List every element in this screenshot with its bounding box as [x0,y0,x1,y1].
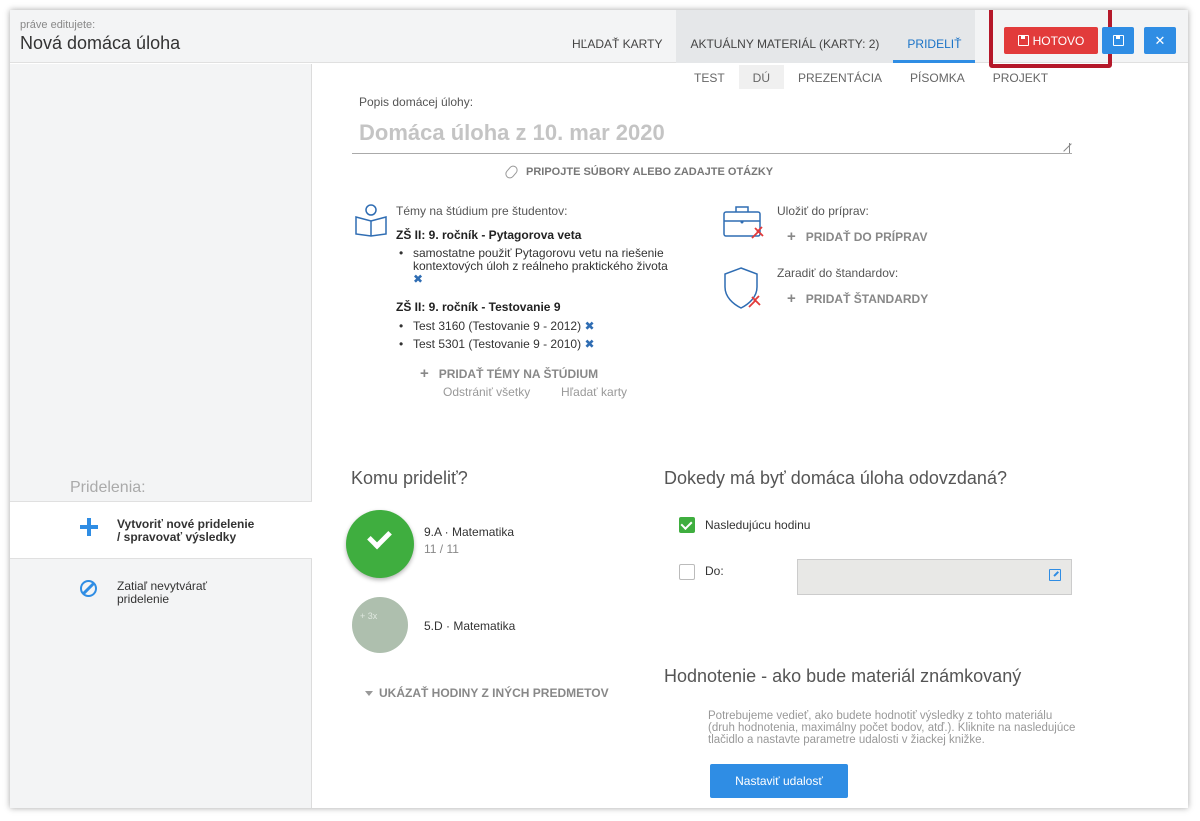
remove-topic-icon[interactable]: ✖ [584,337,594,351]
tab-homework[interactable]: DÚ [738,65,785,89]
save-icon [1112,35,1124,46]
class-student-count: 11 / 11 [424,542,459,556]
standards-label: Zaradiť do štandardov: [777,266,899,280]
plus-icon: + [787,290,796,307]
save-button[interactable] [1102,27,1134,54]
until-label: Do: [705,564,724,578]
set-event-button[interactable]: Nastaviť udalosť [710,764,848,798]
sidebar-item-label: / spravovať výsledky [117,530,237,544]
remove-all-link[interactable]: Odstrániť všetky [443,385,530,399]
topic-item: Test 5301 (Testovanie 9 - 2010) ✖ [399,337,594,352]
close-button[interactable]: ✕ [1144,27,1176,54]
tab-test[interactable]: TEST [680,65,739,89]
header-bar: práve editujete: Nová domáca úloha HĽADA… [10,10,1188,68]
next-lesson-checkbox[interactable] [679,517,695,533]
description-underline [352,153,1072,154]
assign-heading: Komu prideliť? [351,468,468,488]
grading-description: Potrebujeme vedieť, ako budete hodnotiť … [708,710,1076,746]
remove-topic-icon[interactable]: ✖ [584,319,594,333]
ban-icon [80,580,97,597]
tab-search-cards[interactable]: HĽADAŤ KARTY [558,10,676,63]
plus-icon: + [787,228,796,245]
remove-topic-icon[interactable]: ✖ [413,273,668,286]
until-checkbox[interactable] [679,564,695,580]
add-topics-label: PRIDAŤ TÉMY NA ŠTÚDIUM [438,367,599,381]
grading-heading: Hodnotenie - ako bude materiál známkovan… [664,666,1022,686]
deadline-heading: Dokedy má byť domáca úloha odovzdaná? [664,468,1007,488]
class-avatar[interactable] [352,597,408,653]
next-lesson-label: Nasledujúcu hodinu [705,518,811,532]
tab-written-exam[interactable]: PÍSOMKA [896,65,979,89]
open-calendar-icon[interactable] [1049,569,1061,581]
prep-label: Uložiť do príprav: [777,204,869,218]
sidebar-item-label: pridelenie [117,592,170,606]
show-other-subjects-label: UKÁZAŤ HODINY Z INÝCH PREDMETOV [379,686,609,700]
class-name[interactable]: 5.D · Matematika [424,619,515,633]
add-to-prep-label: PRIDAŤ DO PRÍPRAV [805,230,928,244]
add-to-prep-button[interactable]: + PRIDAŤ DO PRÍPRAV [787,228,928,245]
topic-item: Test 3160 (Testovanie 9 - 2012) ✖ [399,319,594,334]
sidebar-item-create-assignment[interactable]: Vytvoriť nové pridelenie / spravovať výs… [10,501,312,559]
book-reader-icon [355,204,387,237]
topic-item-text: kontextových úloh z reálneho praktického… [413,259,668,273]
description-label: Popis domácej úlohy: [359,95,474,109]
resize-handle-icon[interactable] [1060,143,1070,153]
add-standards-button[interactable]: + PRIDAŤ ŠTANDARDY [787,290,928,307]
topics-label: Témy na štúdium pre študentov: [396,204,568,218]
plus-icon [80,518,98,536]
material-type-tabs: TEST DÚ PREZENTÁCIA PÍSOMKA PROJEKT [680,65,1062,89]
attach-label: PRIPOJTE SÚBORY ALEBO ZADAJTE OTÁZKY [526,166,774,178]
tab-current-material[interactable]: AKTUÁLNY MATERIÁL (KARTY: 2) [676,10,894,63]
attach-files-button[interactable]: PRIPOJTE SÚBORY ALEBO ZADAJTE OTÁZKY [503,163,774,181]
document-title: Nová domáca úloha [20,33,181,53]
search-cards-link[interactable]: Hľadať karty [561,385,627,399]
editing-label: práve editujete: [20,19,96,31]
sidebar-item-no-assignment[interactable]: Zatiaľ nevytvárať pridelenie [10,574,312,614]
app-window: práve editujete: Nová domáca úloha HĽADA… [10,10,1188,808]
topic-group-title: ZŠ II: 9. ročník - Pytagorova veta [396,228,582,242]
topic-item: samostatne použiť Pytagorovu vetu na rie… [399,247,668,286]
briefcase-pin-icon [723,206,764,239]
sidebar: Pridelenia: Vytvoriť nové pridelenie / s… [10,64,312,808]
add-topics-button[interactable]: + PRIDAŤ TÉMY NA ŠTÚDIUM [420,365,598,382]
plus-icon: + [420,365,429,382]
tab-presentation[interactable]: PREZENTÁCIA [784,65,896,89]
sidebar-title: Pridelenia: [70,479,146,496]
highlight-frame [989,10,1112,68]
deadline-date-field[interactable] [797,559,1072,595]
description-input[interactable]: Domáca úloha z 10. mar 2020 [359,120,665,146]
show-other-subjects-button[interactable]: UKÁZAŤ HODINY Z INÝCH PREDMETOV [365,686,609,700]
tab-project[interactable]: PROJEKT [979,65,1062,89]
class-name[interactable]: 9.A · Matematika [424,525,514,539]
tab-assign[interactable]: PRIDELIŤ [893,10,976,63]
topic-group-title: ZŠ II: 9. ročník - Testovanie 9 [396,300,561,314]
shield-pin-icon [724,267,761,309]
caret-down-icon [365,691,373,697]
add-standards-label: PRIDAŤ ŠTANDARDY [805,292,929,306]
class-avatar-selected[interactable] [346,510,414,578]
topic-item-text: Test 3160 (Testovanie 9 - 2012) [413,319,582,333]
topic-item-text: Test 5301 (Testovanie 9 - 2010) [413,337,582,351]
top-nav: HĽADAŤ KARTY AKTUÁLNY MATERIÁL (KARTY: 2… [558,10,976,63]
paperclip-icon [503,163,520,181]
close-icon: ✕ [1154,32,1166,48]
